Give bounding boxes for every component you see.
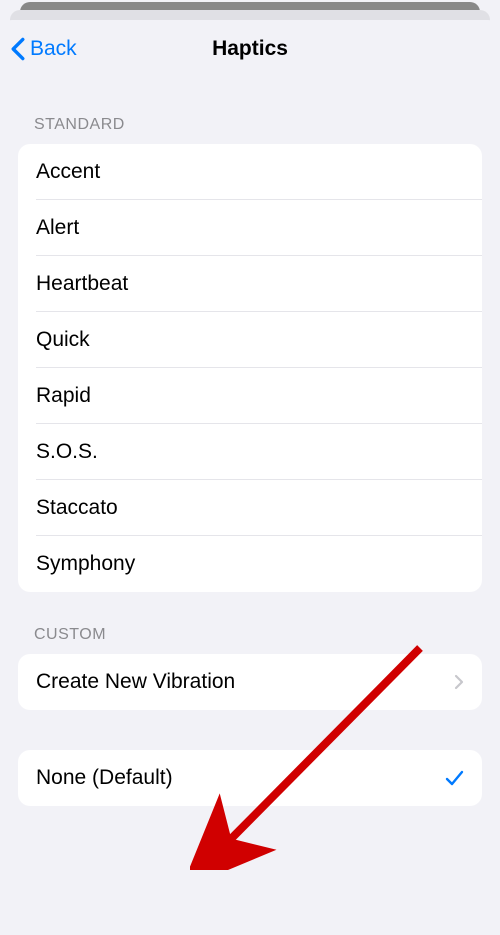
content-area: STANDARD Accent Alert Heartbeat Quick Ra…: [0, 78, 500, 806]
chevron-right-icon: [454, 674, 464, 690]
custom-list: Create New Vibration: [18, 654, 482, 710]
page-title: Haptics: [212, 37, 288, 61]
chevron-left-icon: [10, 37, 26, 61]
create-label: Create New Vibration: [36, 670, 235, 694]
nav-bar: Back Haptics: [0, 20, 500, 78]
sheet-stack-background: [0, 0, 500, 20]
haptic-label: Rapid: [36, 384, 91, 408]
haptic-label: S.O.S.: [36, 440, 98, 464]
haptic-option-none[interactable]: None (Default): [18, 750, 482, 806]
back-button[interactable]: Back: [10, 37, 77, 61]
haptic-option-symphony[interactable]: Symphony: [18, 536, 482, 592]
haptic-label: Heartbeat: [36, 272, 128, 296]
checkmark-icon: [444, 768, 464, 788]
haptic-option-accent[interactable]: Accent: [18, 144, 482, 200]
haptic-option-alert[interactable]: Alert: [18, 200, 482, 256]
none-label: None (Default): [36, 766, 173, 790]
haptic-option-quick[interactable]: Quick: [18, 312, 482, 368]
haptic-option-heartbeat[interactable]: Heartbeat: [18, 256, 482, 312]
haptic-option-rapid[interactable]: Rapid: [18, 368, 482, 424]
section-header-standard: STANDARD: [18, 78, 482, 144]
section-header-custom: CUSTOM: [18, 592, 482, 654]
haptic-label: Symphony: [36, 552, 135, 576]
back-label: Back: [30, 37, 77, 61]
haptic-option-staccato[interactable]: Staccato: [18, 480, 482, 536]
none-list: None (Default): [18, 750, 482, 806]
standard-list: Accent Alert Heartbeat Quick Rapid S.O.S…: [18, 144, 482, 592]
create-new-vibration[interactable]: Create New Vibration: [18, 654, 482, 710]
haptic-label: Staccato: [36, 496, 118, 520]
haptic-label: Alert: [36, 216, 79, 240]
haptic-option-sos[interactable]: S.O.S.: [18, 424, 482, 480]
main-sheet: Back Haptics STANDARD Accent Alert Heart…: [0, 20, 500, 935]
haptic-label: Quick: [36, 328, 90, 352]
haptic-label: Accent: [36, 160, 100, 184]
